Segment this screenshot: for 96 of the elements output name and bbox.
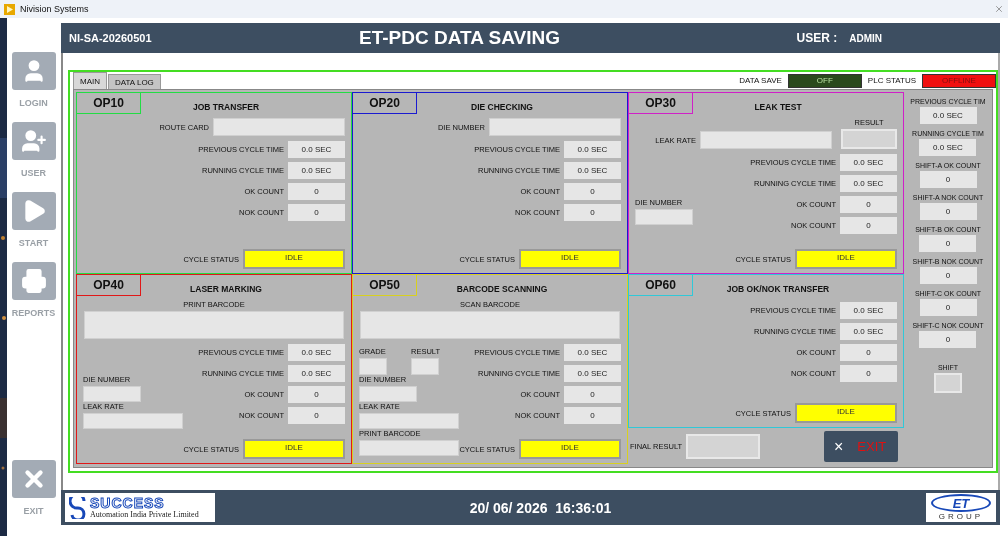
metric-value: 0	[840, 365, 897, 382]
metric-value: 0	[919, 171, 977, 188]
company-name: SUCCESS	[90, 496, 166, 510]
brand-mark: ET	[931, 494, 991, 512]
metric-value: 0.0 SEC	[564, 344, 621, 361]
metric-value: 0.0 SEC	[840, 323, 897, 340]
input-field[interactable]	[83, 412, 183, 429]
metric-value: 0	[840, 217, 897, 234]
metric-value: 0	[564, 386, 621, 403]
sidebar-button[interactable]	[11, 192, 56, 230]
sidebar-label: LOGIN	[19, 98, 48, 108]
sidebar-label: START	[18, 238, 49, 248]
station-tag: OP40	[77, 275, 141, 296]
metric-value: 0	[919, 235, 977, 252]
input-field[interactable]	[489, 118, 621, 136]
station-tag: OP50	[353, 275, 417, 296]
input-field[interactable]	[84, 311, 344, 339]
station-title: JOB TRANSFER	[191, 101, 261, 114]
input-field[interactable]	[359, 413, 459, 429]
add-user-icon	[20, 128, 47, 154]
cycle-status: IDLE	[519, 439, 621, 459]
station-tag: OP30	[629, 93, 693, 114]
cycle-status: IDLE	[795, 403, 897, 423]
indicator-label: DATA SAVE	[739, 76, 782, 85]
input-field[interactable]	[700, 131, 832, 149]
metric-value: 0	[919, 331, 977, 348]
sidebar-label: EXIT	[23, 506, 44, 516]
metric-value: 0.0 SEC	[288, 162, 345, 179]
sidebar-label: REPORTS	[11, 308, 56, 318]
metric-value: 0	[840, 344, 897, 361]
station-tag: OP20	[353, 93, 417, 114]
station-title: JOB OK/NOK TRANSFER	[725, 283, 831, 296]
metric-value: 0.0 SEC	[840, 154, 897, 171]
metric-value: 0	[288, 183, 345, 200]
metric-value: 0	[919, 203, 977, 220]
cycle-status: IDLE	[243, 439, 345, 459]
window-title: Nivision Systems	[20, 4, 89, 14]
date-time: 20/ 06/ 2026 16:36:01	[468, 499, 613, 516]
app-icon	[4, 3, 15, 15]
metric-value: 0.0 SEC	[564, 162, 621, 179]
input-field[interactable]	[359, 358, 387, 375]
station-title: LASER MARKING	[189, 283, 263, 296]
exit-button[interactable]: × EXIT	[824, 431, 898, 462]
metric-value: 0	[288, 386, 345, 403]
machine-id: NI-SA-20260501	[69, 32, 153, 44]
metric-value: 0	[564, 183, 621, 200]
cycle-status: IDLE	[243, 249, 345, 269]
station-title: BARCODE SCANNING	[455, 283, 549, 296]
page-title: ET-PDC DATA SAVING	[359, 27, 561, 49]
metric-value: 0	[288, 204, 345, 221]
swirl-icon	[69, 496, 87, 519]
metric-value: 0.0 SEC	[840, 175, 897, 192]
cycle-status: IDLE	[795, 249, 897, 269]
input-field[interactable]	[635, 209, 693, 225]
input-field[interactable]	[360, 311, 620, 339]
shift-display	[934, 373, 962, 393]
metric-value: 0.0 SEC	[564, 365, 621, 382]
metric-value: 0.0 SEC	[288, 365, 345, 382]
station-tag: OP60	[629, 275, 693, 296]
metric-value: 0.0 SEC	[919, 107, 977, 124]
input-field[interactable]	[359, 440, 459, 456]
brand-subtitle: GROUP	[938, 512, 984, 521]
data-save-switch[interactable]: OFF	[787, 73, 862, 88]
close-icon[interactable]	[994, 4, 1004, 14]
metric-value: 0	[564, 407, 621, 424]
metric-value: 0	[919, 267, 977, 284]
input-field[interactable]	[213, 118, 345, 136]
metric-value: 0	[564, 204, 621, 221]
tab[interactable]: DATA LOG	[108, 74, 161, 89]
sidebar-label: USER	[21, 168, 46, 178]
indicator-label: PLC STATUS	[867, 76, 916, 85]
metric-value: 0.0 SEC	[564, 141, 621, 158]
result-display	[841, 129, 897, 149]
metric-value: 0	[288, 407, 345, 424]
station-tag: OP10	[77, 93, 141, 114]
tab[interactable]: MAIN	[73, 72, 107, 89]
sidebar-button[interactable]	[11, 460, 56, 498]
metric-value: 0	[919, 299, 977, 316]
company-tagline: Automation India Private Limited	[90, 510, 199, 519]
plc-status-indicator: OFFLINE	[922, 73, 996, 88]
metric-value: 0	[840, 196, 897, 213]
station-title: LEAK TEST	[753, 101, 803, 114]
metric-value: 0.0 SEC	[288, 344, 345, 361]
metric-value: 0.0 SEC	[919, 139, 977, 156]
user-name: ADMIN	[849, 32, 882, 44]
input-field[interactable]	[359, 386, 417, 402]
metric-value: 0.0 SEC	[840, 302, 897, 319]
metric-value: 0.0 SEC	[288, 141, 345, 158]
input-field[interactable]	[411, 358, 439, 375]
user-label: USER :	[796, 31, 838, 45]
cycle-status: IDLE	[519, 249, 621, 269]
input-field[interactable]	[83, 385, 141, 402]
sidebar-button[interactable]	[11, 52, 56, 90]
station-title: DIE CHECKING	[470, 101, 534, 114]
sidebar-button[interactable]	[11, 122, 56, 160]
sidebar-button[interactable]	[11, 262, 56, 300]
